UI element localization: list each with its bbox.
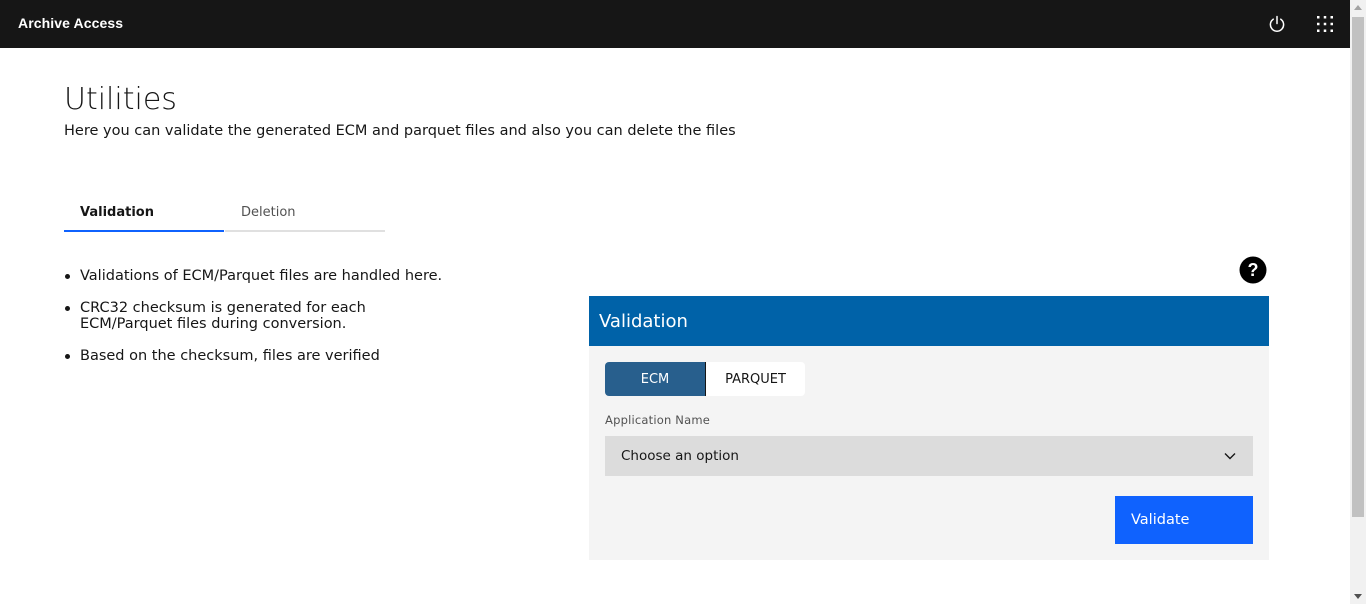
scroll-down-arrow-icon[interactable] bbox=[1354, 594, 1362, 599]
validate-button-label: Validate bbox=[1131, 512, 1190, 528]
application-name-value: Choose an option bbox=[621, 448, 739, 464]
power-button[interactable] bbox=[1261, 8, 1293, 40]
ecm-toggle-button[interactable]: ECM bbox=[605, 362, 705, 396]
scrollbar-thumb[interactable] bbox=[1352, 17, 1364, 517]
app-switcher-button[interactable] bbox=[1309, 8, 1341, 40]
list-item: CRC32 checksum is generated for each ECM… bbox=[64, 300, 484, 332]
power-icon bbox=[1269, 15, 1285, 32]
utilities-tabs: Validation Deletion bbox=[64, 198, 385, 232]
help-question-icon[interactable]: ? bbox=[1239, 256, 1267, 284]
parquet-toggle-button[interactable]: PARQUET bbox=[705, 362, 805, 396]
chevron-down-icon bbox=[1224, 453, 1236, 460]
tab-validation[interactable]: Validation bbox=[64, 198, 224, 232]
tab-deletion[interactable]: Deletion bbox=[225, 198, 385, 232]
validation-info-list: Validations of ECM/Parquet files are han… bbox=[64, 268, 484, 380]
validation-panel-header: Validation bbox=[589, 296, 1269, 346]
application-name-label: Application Name bbox=[605, 413, 711, 427]
page-title: Utilities bbox=[64, 82, 177, 117]
app-title[interactable]: Archive Access bbox=[18, 15, 123, 31]
app-switcher-grid-icon bbox=[1317, 16, 1333, 32]
list-item-line: ECM/Parquet files during conversion. bbox=[80, 316, 347, 332]
application-name-dropdown[interactable]: Choose an option bbox=[605, 436, 1253, 476]
list-item-line: CRC32 checksum is generated for each bbox=[80, 300, 366, 316]
top-navigation-bar: Archive Access bbox=[0, 0, 1350, 48]
list-item: Validations of ECM/Parquet files are han… bbox=[64, 268, 484, 284]
vertical-scrollbar[interactable] bbox=[1350, 0, 1366, 604]
list-item: Based on the checksum, files are verifie… bbox=[64, 348, 484, 364]
validation-panel-title: Validation bbox=[599, 311, 688, 332]
page-subtitle: Here you can validate the generated ECM … bbox=[64, 123, 736, 139]
validate-button[interactable]: Validate bbox=[1115, 496, 1253, 544]
scroll-up-arrow-icon[interactable] bbox=[1354, 5, 1362, 10]
validation-panel: Validation ECM PARQUET Application Name … bbox=[589, 296, 1269, 560]
svg-text:?: ? bbox=[1248, 260, 1259, 280]
file-type-switcher: ECM PARQUET bbox=[605, 362, 805, 396]
